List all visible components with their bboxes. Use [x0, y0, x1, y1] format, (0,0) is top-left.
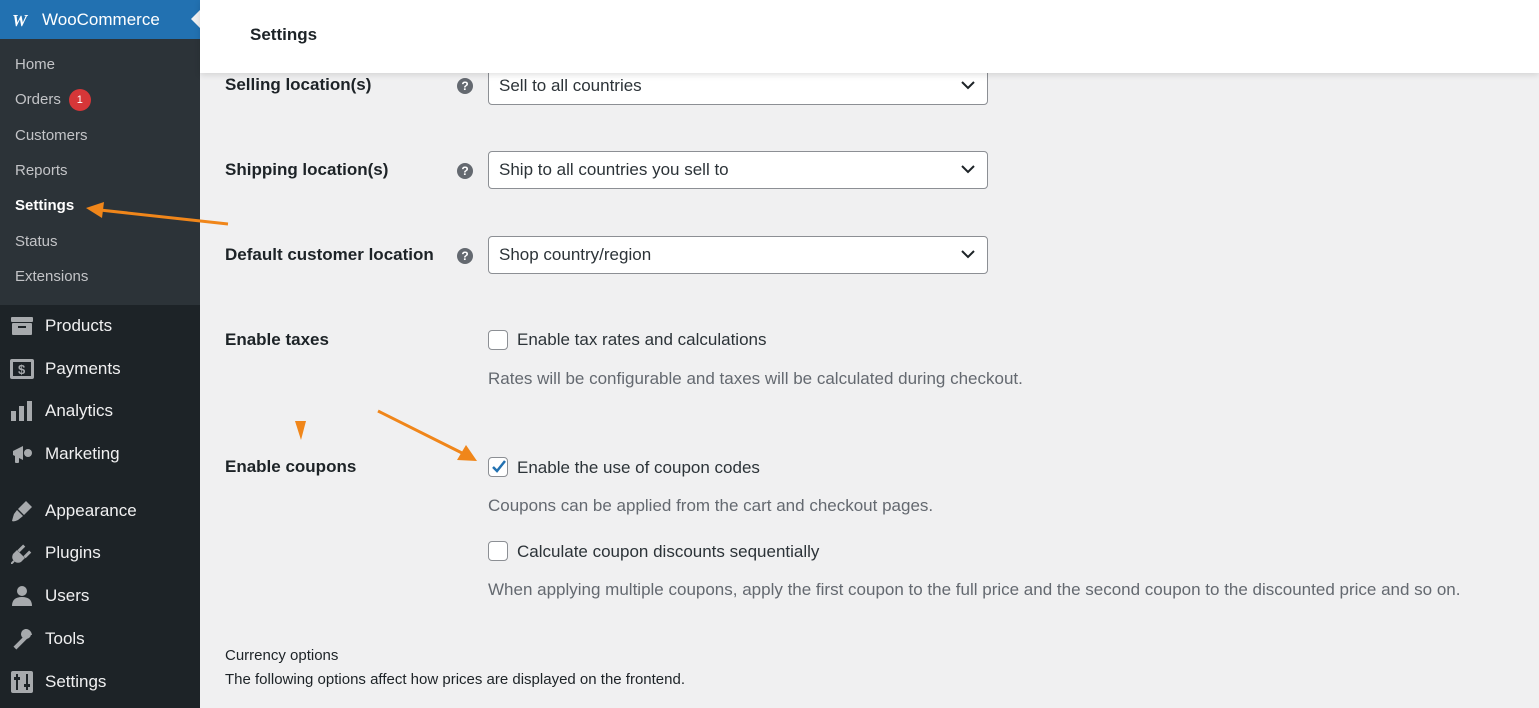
- submenu-item-status[interactable]: Status: [0, 223, 200, 258]
- page-title: Settings: [250, 25, 318, 44]
- products-icon: [10, 314, 34, 338]
- submenu-item-extensions[interactable]: Extensions: [0, 259, 200, 294]
- woocommerce-submenu: Home Orders 1 Customers Reports Settings …: [0, 39, 200, 305]
- menu-label: Users: [45, 586, 90, 605]
- payments-icon: $: [10, 357, 34, 381]
- woocommerce-menu-header[interactable]: W WooCommerce: [0, 0, 200, 39]
- menu-label: Settings: [45, 672, 107, 691]
- enable-coupons-description: Coupons can be applied from the cart and…: [488, 496, 934, 515]
- submenu-item-home[interactable]: Home: [0, 47, 200, 82]
- submenu-label: Home: [15, 56, 56, 74]
- enable-coupons-label: Enable coupons: [225, 457, 357, 476]
- checkmark-icon: [492, 460, 506, 473]
- submenu-item-reports[interactable]: Reports: [0, 153, 200, 188]
- submenu-label: Orders: [15, 91, 61, 109]
- submenu-label: Reports: [15, 162, 68, 180]
- submenu-label: Settings: [15, 197, 75, 215]
- menu-item-appearance[interactable]: Appearance: [0, 491, 200, 531]
- woocommerce-title: WooCommerce: [42, 9, 160, 29]
- orders-count-badge: 1: [68, 88, 91, 111]
- marketing-icon: [10, 442, 34, 466]
- submenu-item-customers[interactable]: Customers: [0, 118, 200, 153]
- sequential-coupons-checkbox-label[interactable]: Calculate coupon discounts sequentially: [517, 542, 819, 562]
- annotation-overlay: [86, 202, 477, 461]
- admin-sidebar: W WooCommerce Home Orders 1 Customers Rep…: [0, 0, 200, 708]
- menu-item-tools[interactable]: Tools: [0, 619, 200, 659]
- submenu-item-settings[interactable]: Settings: [0, 188, 200, 223]
- enable-coupons-checkbox[interactable]: [488, 457, 508, 477]
- users-icon: [10, 584, 34, 608]
- submenu-label: Customers: [15, 126, 88, 144]
- menu-item-payments[interactable]: $ Payments: [0, 349, 200, 389]
- settings-header: Settings: [200, 0, 1539, 73]
- menu-item-settings[interactable]: Settings: [0, 662, 200, 702]
- svg-text:W: W: [12, 12, 29, 28]
- plugins-icon: [10, 541, 34, 565]
- help-icon[interactable]: ?: [457, 78, 473, 94]
- menu-item-products[interactable]: Products: [0, 306, 200, 346]
- menu-label: Plugins: [45, 543, 101, 562]
- appearance-icon: [10, 499, 34, 523]
- menu-label: Tools: [45, 629, 85, 648]
- help-icon[interactable]: ?: [457, 163, 473, 179]
- settings-icon: [10, 670, 34, 694]
- selling-location-label: Selling location(s): [225, 75, 372, 94]
- chevron-down-icon: [961, 250, 975, 259]
- enable-taxes-checkbox[interactable]: [488, 330, 508, 350]
- submenu-label: Extensions: [15, 267, 89, 285]
- currency-options-description: The following options affect how prices …: [225, 671, 686, 688]
- sequential-coupons-description: When applying multiple coupons, apply th…: [488, 580, 1461, 599]
- default-customer-location-value: Shop country/region: [499, 245, 652, 264]
- menu-label: Products: [45, 316, 113, 335]
- enable-coupons-checkbox-label[interactable]: Enable the use of coupon codes: [517, 458, 760, 478]
- annotation-arrow-coupons: [377, 409, 477, 461]
- analytics-icon: [10, 399, 34, 423]
- currency-options-heading: Currency options: [225, 647, 339, 664]
- menu-label: Appearance: [45, 501, 137, 520]
- shipping-location-select[interactable]: Ship to all countries you sell to: [488, 151, 988, 189]
- menu-item-plugins[interactable]: Plugins: [0, 533, 200, 573]
- annotation-arrow-marker: [295, 421, 306, 440]
- chevron-down-icon: [961, 165, 975, 174]
- svg-text:$: $: [18, 362, 26, 377]
- tools-icon: [10, 627, 34, 651]
- chevron-down-icon: [961, 81, 975, 90]
- active-menu-notch: [191, 10, 200, 28]
- enable-taxes-description: Rates will be configurable and taxes wil…: [488, 369, 1023, 388]
- submenu-item-orders[interactable]: Orders 1: [0, 82, 200, 117]
- enable-taxes-label: Enable taxes: [225, 330, 329, 349]
- menu-item-analytics[interactable]: Analytics: [0, 391, 200, 431]
- enable-taxes-checkbox-label[interactable]: Enable tax rates and calculations: [517, 330, 767, 350]
- default-customer-location-label: Default customer location: [225, 245, 434, 264]
- menu-label: Marketing: [45, 444, 120, 463]
- default-customer-location-select[interactable]: Shop country/region: [488, 236, 988, 274]
- selling-location-value: Sell to all countries: [499, 76, 642, 95]
- help-icon[interactable]: ?: [457, 248, 473, 264]
- menu-item-users[interactable]: Users: [0, 576, 200, 616]
- menu-label: Payments: [45, 359, 121, 378]
- shipping-location-label: Shipping location(s): [225, 160, 389, 179]
- woocommerce-logo-icon: W: [10, 10, 36, 30]
- sequential-coupons-checkbox[interactable]: [488, 541, 508, 561]
- submenu-label: Status: [15, 232, 58, 250]
- menu-label: Analytics: [45, 401, 114, 420]
- menu-item-marketing[interactable]: Marketing: [0, 434, 200, 474]
- shipping-location-value: Ship to all countries you sell to: [499, 160, 729, 179]
